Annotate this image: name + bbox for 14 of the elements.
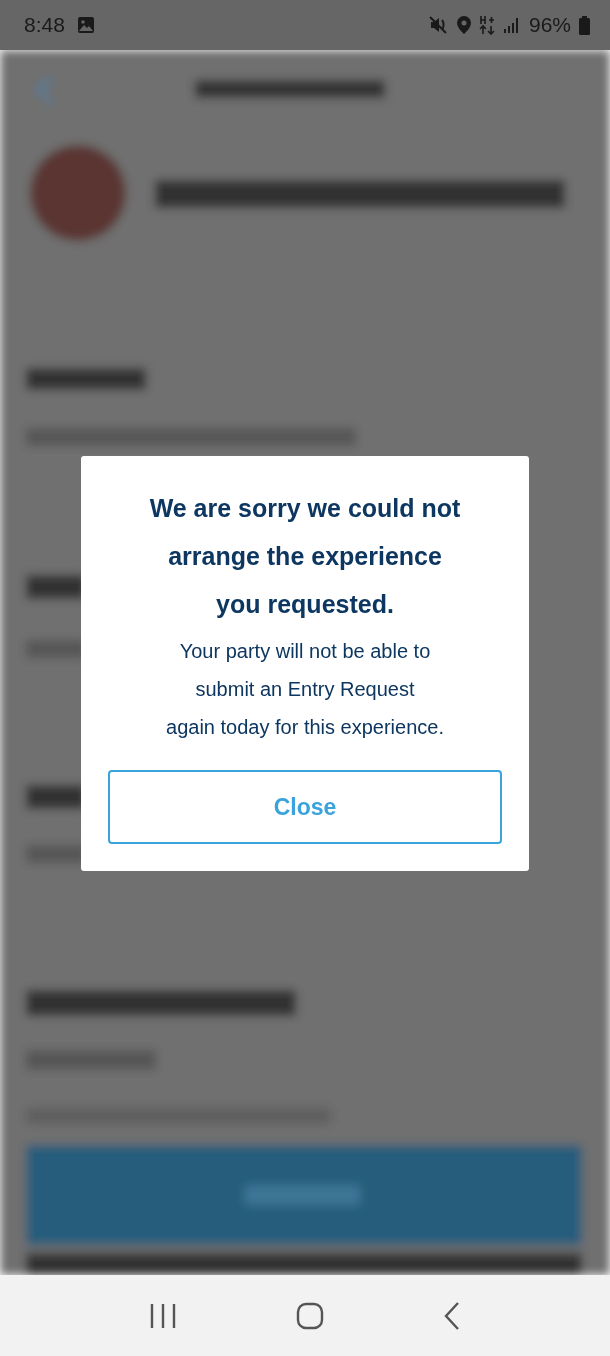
signal-icon bbox=[502, 17, 521, 33]
dialog-title: We are sorry we could not arrange the experience you requested. bbox=[148, 493, 462, 620]
mute-icon bbox=[428, 16, 449, 34]
recent-apps-icon[interactable] bbox=[149, 1302, 178, 1329]
back-icon[interactable] bbox=[442, 1300, 461, 1331]
battery-percent: 96% bbox=[528, 13, 571, 37]
dialog-message: Your party will not be able to submit an Entry Request again today for this experience. bbox=[165, 639, 445, 740]
home-icon[interactable] bbox=[296, 1301, 324, 1330]
status-time: 8:48 bbox=[24, 13, 65, 37]
battery-icon bbox=[579, 15, 590, 35]
data-icon bbox=[478, 15, 495, 35]
location-icon bbox=[456, 16, 471, 34]
close-button[interactable]: Close bbox=[108, 770, 502, 844]
image-icon bbox=[76, 16, 95, 34]
